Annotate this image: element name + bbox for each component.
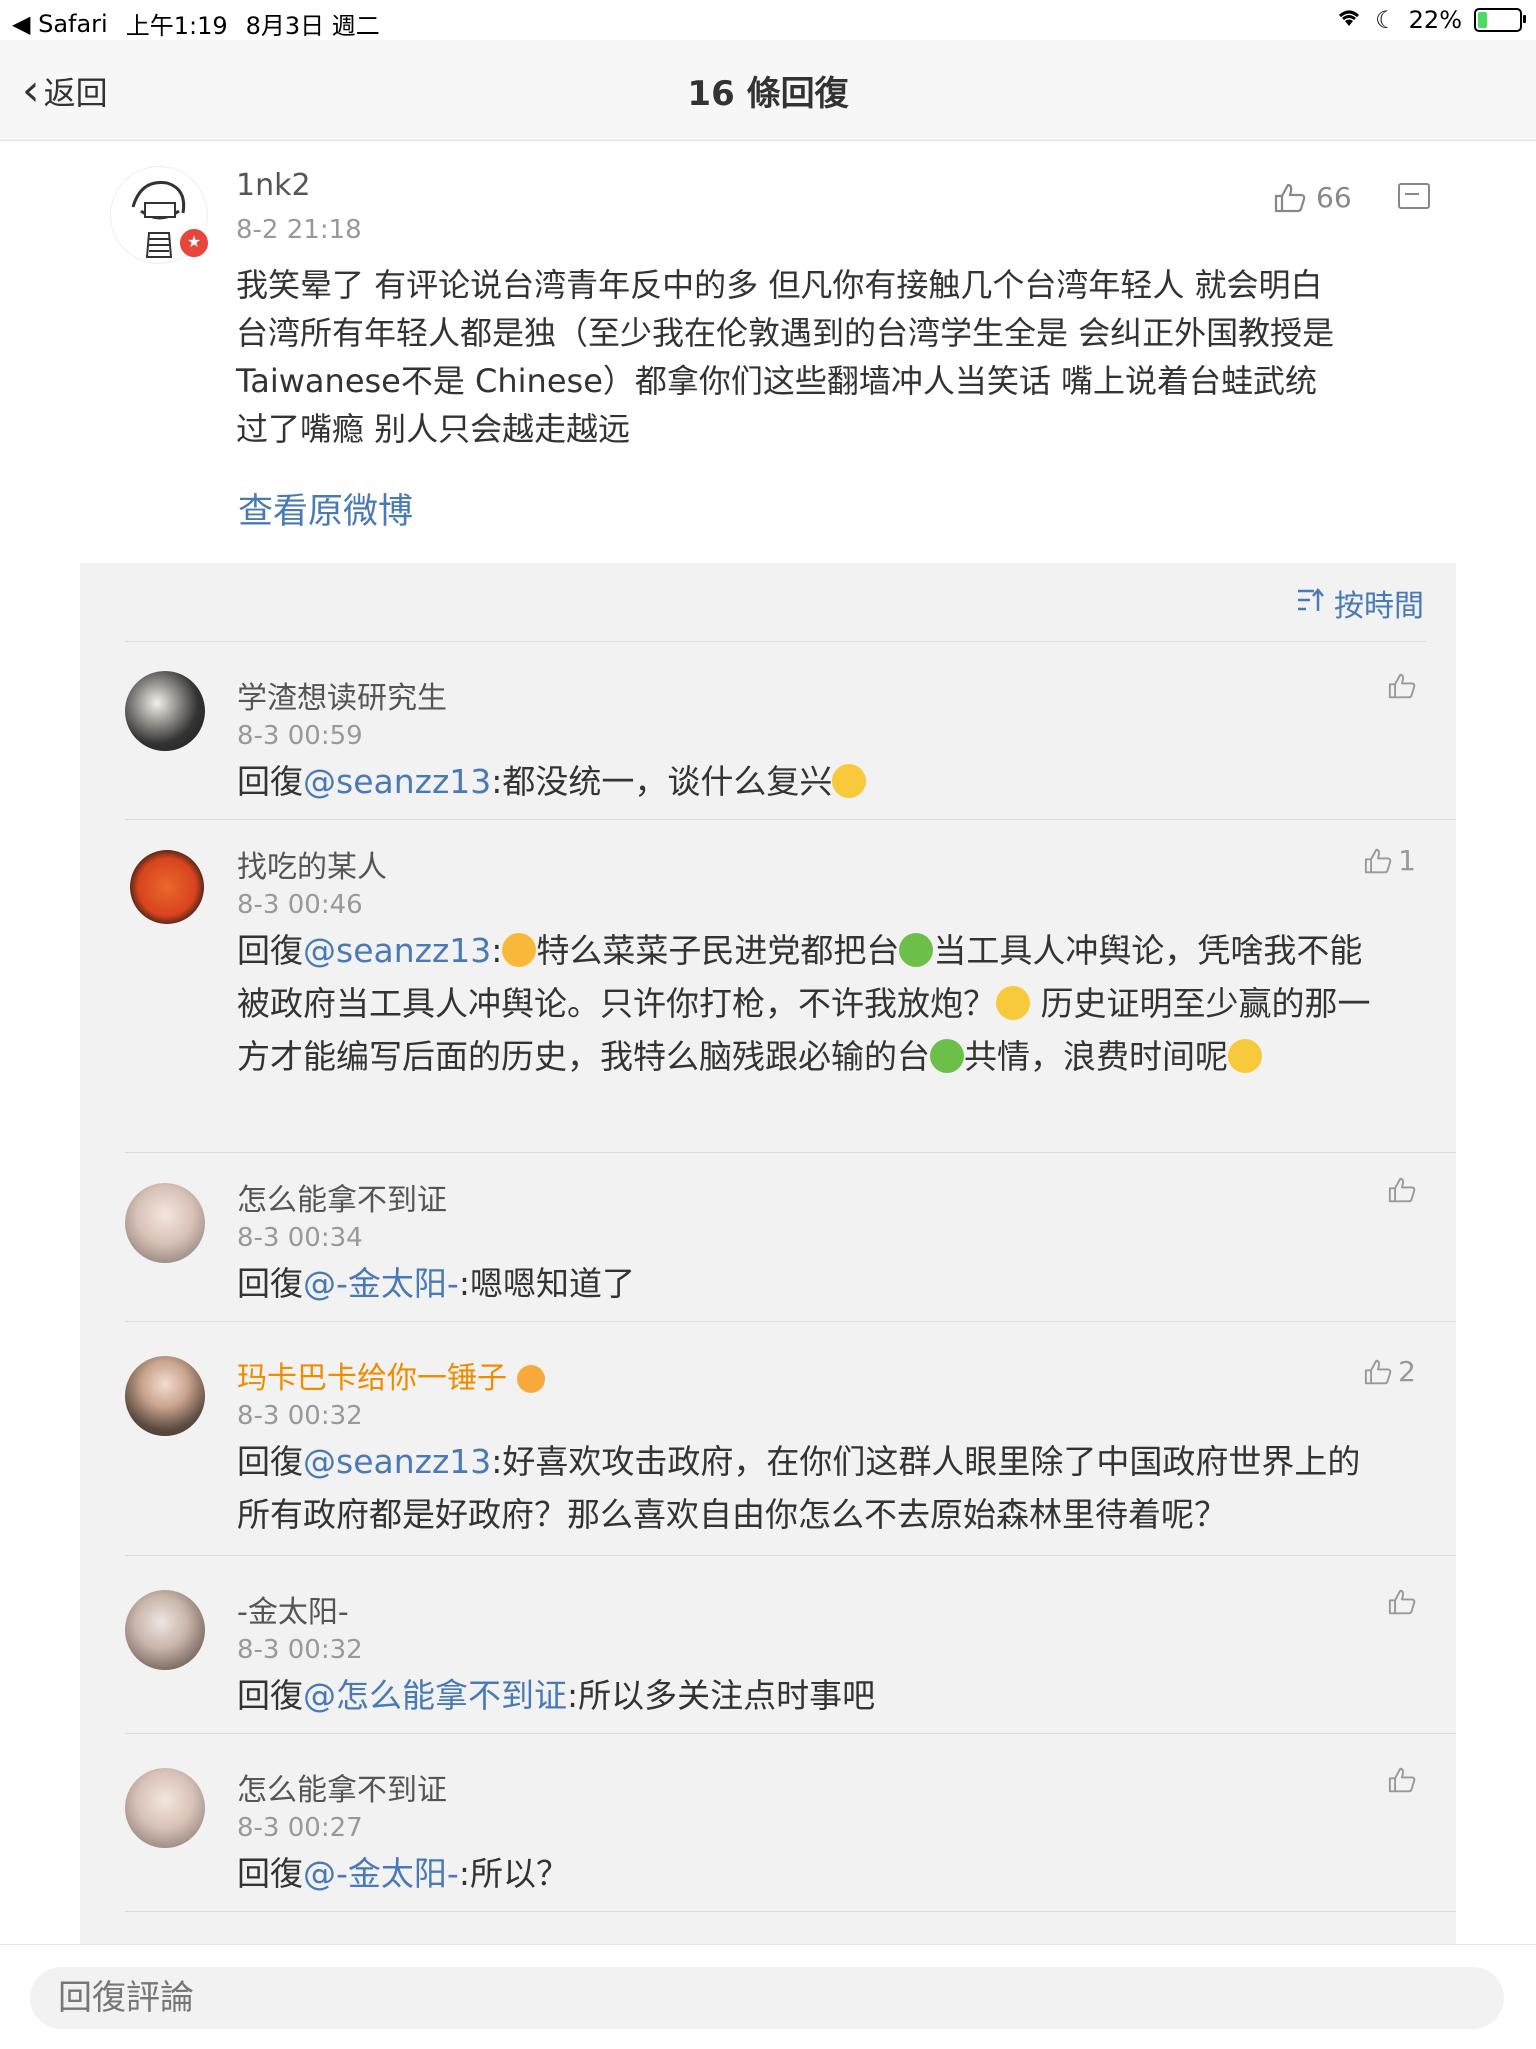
sort-label: 按時間 (1334, 589, 1424, 624)
mention-link[interactable]: @seanzz13 (303, 931, 491, 970)
thumbs-up-icon (1365, 1359, 1392, 1384)
reply-prefix: 回復 (237, 1854, 303, 1893)
divider (125, 819, 1456, 820)
reply-username[interactable]: 怎么能拿不到证 (237, 1765, 447, 1809)
avatar[interactable] (125, 1183, 205, 1263)
heart-eyes-emoji-icon (516, 1365, 545, 1393)
reply-timestamp: 8-3 00:32 (237, 1635, 363, 1665)
sort-icon (1296, 586, 1326, 621)
divider (125, 1555, 1456, 1556)
reply-timestamp: 8-3 00:59 (237, 721, 363, 751)
moon-icon: ☾ (1375, 6, 1397, 34)
reply-text: 回復@seanzz13: 特么菜菜子民进党都把台 当工具人冲舆论，凭啥我不能被政府当… (237, 924, 1387, 1083)
avatar[interactable] (125, 1590, 205, 1670)
reply-username[interactable]: 怎么能拿不到证 (237, 1175, 447, 1219)
reply-body: :所以多关注点时事吧 (567, 1676, 876, 1715)
reply-body: 特么菜菜子民进党都把台 (536, 931, 900, 970)
reply-username[interactable]: 学渣想读研究生 (237, 673, 447, 717)
bottom-bar (0, 1944, 1536, 2049)
grin-emoji-icon (1228, 1039, 1262, 1073)
reply-timestamp: 8-3 00:34 (237, 1223, 363, 1253)
status-date: 8月3日 週二 (245, 12, 380, 40)
wifi-icon (1335, 6, 1363, 34)
status-bar: ◀ Safari 上午1:19 8月3日 週二 ☾ 22% (0, 0, 1536, 40)
reply-username[interactable]: 找吃的某人 (237, 842, 387, 886)
like-button[interactable]: 1 (1364, 844, 1416, 877)
reply-body: :都没统一，谈什么复兴 (491, 762, 833, 801)
reply-text: 回復@-金太阳-:所以？ (237, 1847, 1387, 1900)
reply-prefix: 回復 (237, 1264, 303, 1303)
thumbs-up-icon (1388, 1177, 1416, 1203)
battery-icon (1474, 8, 1526, 32)
reply-comment-input[interactable] (30, 1967, 1504, 2029)
comment-icon[interactable] (1398, 183, 1430, 209)
reply-prefix: 回復 (237, 931, 303, 970)
reply-body: : (491, 931, 503, 970)
divider (125, 641, 1426, 642)
back-to-app-link[interactable]: ◀ Safari (12, 10, 108, 38)
page-title: 16 條回復 (687, 74, 849, 114)
reply-timestamp: 8-3 00:32 (237, 1401, 363, 1431)
reply-text: 回復@-金太阳-:嗯嗯知道了 (237, 1257, 1387, 1310)
battery-percent: 22% (1408, 6, 1462, 34)
reply-body: 共情，浪费时间呢 (964, 1037, 1228, 1076)
verified-badge-icon: ★ (178, 227, 210, 259)
like-button[interactable] (1388, 673, 1416, 699)
reply-username[interactable]: 玛卡巴卡给你一锤子 (237, 1353, 545, 1397)
like-button[interactable]: 2 (1364, 1355, 1416, 1388)
timestamp: 8-2 21:18 (236, 215, 362, 245)
reply-prefix: 回復 (237, 762, 303, 801)
reply-prefix: 回復 (237, 1442, 303, 1481)
thumbs-up-icon (1388, 673, 1416, 699)
reply-timestamp: 8-3 00:27 (237, 1813, 363, 1843)
avatar[interactable] (125, 1768, 205, 1848)
frog-emoji-icon (899, 933, 934, 967)
thumbs-up-icon (1388, 1767, 1416, 1793)
mention-link[interactable]: @-金太阳- (303, 1264, 459, 1303)
status-time: 上午1:19 (125, 12, 228, 40)
like-button[interactable] (1388, 1177, 1416, 1203)
yummy-emoji-icon (502, 933, 537, 967)
smile-emoji-icon (832, 764, 867, 798)
avatar[interactable] (130, 850, 204, 924)
username-text: 玛卡巴卡给你一锤子 (237, 1361, 507, 1396)
like-count: 1 (1398, 844, 1416, 877)
avatar[interactable] (125, 1356, 205, 1436)
like-button[interactable] (1388, 1589, 1416, 1615)
username[interactable]: 1nk2 (236, 168, 311, 203)
reply-text: 回復@seanzz13:好喜欢攻击政府，在你们这群人眼里除了中国政府世界上的所有… (237, 1435, 1387, 1541)
mention-link[interactable]: @怎么能拿不到证 (303, 1676, 567, 1715)
mention-link[interactable]: @-金太阳- (303, 1854, 459, 1893)
comment-text: 我笑晕了 有评论说台湾青年反中的多 但凡你有接触几个台湾年轻人 就会明白台湾所有… (236, 266, 1335, 448)
divider (125, 1911, 1456, 1912)
divider (125, 1152, 1456, 1153)
reply-body: :嗯嗯知道了 (458, 1264, 635, 1303)
thumbs-up-icon (1388, 1589, 1416, 1615)
divider (125, 1321, 1456, 1322)
mention-link[interactable]: @seanzz13 (303, 762, 491, 801)
divider (125, 1733, 1456, 1734)
like-button[interactable]: 66 (1274, 181, 1352, 214)
frog-emoji-icon (930, 1039, 964, 1073)
replies-panel: 按時間 学渣想读研究生 8-3 00:59 回復@seanzz13:都没统一，谈… (80, 563, 1456, 2048)
thumbs-up-icon (1365, 848, 1392, 873)
reply-username[interactable]: -金太阳- (237, 1587, 349, 1631)
thumbs-up-icon (1274, 183, 1306, 212)
like-button[interactable] (1388, 1767, 1416, 1793)
like-count: 66 (1316, 181, 1352, 214)
avatar[interactable] (125, 671, 205, 751)
reply-prefix: 回復 (237, 1676, 303, 1715)
like-count: 2 (1398, 1355, 1416, 1388)
mention-link[interactable]: @seanzz13 (303, 1442, 491, 1481)
sort-by-time-button[interactable]: 按時間 (1296, 581, 1424, 625)
reply-text: 回復@seanzz13:都没统一，谈什么复兴 (237, 755, 1387, 808)
grin-emoji-icon (996, 986, 1030, 1020)
reply-timestamp: 8-3 00:46 (237, 890, 363, 920)
view-original-link[interactable]: 查看原微博 (238, 483, 413, 534)
reply-text: 回復@怎么能拿不到证:所以多关注点时事吧 (237, 1669, 1387, 1722)
nav-bar: ‹ 返回 16 條回復 (0, 40, 1536, 141)
reply-body: :所以？ (458, 1854, 569, 1893)
